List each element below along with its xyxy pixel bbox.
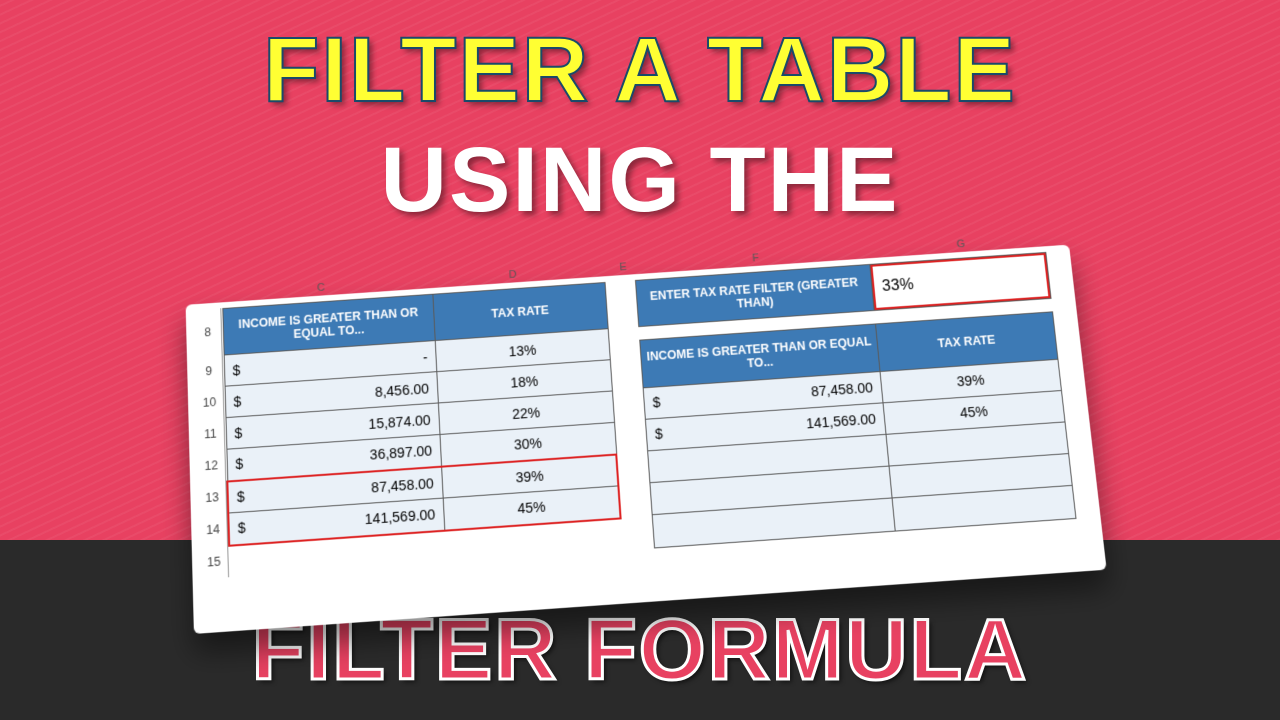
row-num: 10 <box>196 386 225 419</box>
spreadsheet-preview: C D E F G 8 9 10 11 12 13 14 15 INCOME I… <box>186 245 1107 634</box>
row-num: 9 <box>195 355 224 388</box>
row-num: 12 <box>197 449 226 483</box>
row-num: 15 <box>200 545 229 579</box>
row-num: 13 <box>198 481 227 515</box>
source-table: INCOME IS GREATER THAN OR EQUAL TO... TA… <box>221 282 623 578</box>
title-line-1: FILTER A TABLE <box>0 18 1280 123</box>
title-line-2: USING THE <box>0 128 1280 233</box>
col-letter: E <box>608 261 638 274</box>
row-num: 11 <box>196 417 225 451</box>
row-num: 8 <box>194 308 223 356</box>
title-line-3: FILTER FORMULA <box>0 601 1280 700</box>
row-num: 14 <box>199 513 228 547</box>
result-table: ENTER TAX RATE FILTER (GREATER THAN) 33%… <box>635 252 1077 548</box>
